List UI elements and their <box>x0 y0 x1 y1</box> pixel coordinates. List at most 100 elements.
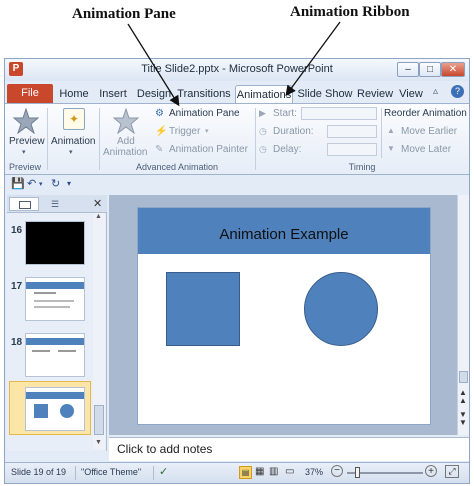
zoom-out-icon[interactable]: − <box>331 465 343 477</box>
normal-view-icon[interactable]: ▤ <box>239 466 252 479</box>
thumb-text-line <box>34 306 70 308</box>
next-slide-icon[interactable]: ▼ ▼ <box>459 411 467 427</box>
quick-access-toolbar: 💾 ↶ ▾ ↻ ▾ <box>5 175 469 193</box>
tab-home[interactable]: Home <box>57 85 91 103</box>
duration-spinner[interactable] <box>327 125 377 138</box>
animation-painter-button[interactable]: ✎ Animation Painter <box>155 144 251 158</box>
tab-design[interactable]: Design <box>135 85 173 103</box>
slide-thumbnail-18[interactable] <box>25 333 85 377</box>
slide-number-17: 17 <box>11 281 23 292</box>
outline-tab-icon: ☰ <box>51 199 60 209</box>
preview-label: Preview <box>9 136 45 147</box>
help-icon[interactable]: ? <box>451 85 464 98</box>
editor-scrollbar[interactable]: ▲ ▲ ▼ ▼ <box>457 195 469 435</box>
thumb-text-line <box>34 292 56 294</box>
scroll-thumb[interactable] <box>459 371 468 383</box>
ribbon-separator <box>255 108 256 170</box>
notes-pane[interactable]: Click to add notes <box>109 437 469 461</box>
start-dropdown[interactable] <box>301 107 377 120</box>
trigger-button[interactable]: ⚡ Trigger ▾ <box>155 126 251 140</box>
undo-icon[interactable]: ↶ <box>27 177 36 190</box>
maximize-button[interactable]: □ <box>419 62 441 77</box>
animation-painter-label: Animation Painter <box>169 144 248 155</box>
animation-pane-annotation: Animation Pane <box>72 6 176 22</box>
spelling-check-icon[interactable]: ✓ <box>159 465 168 478</box>
slide-thumbnail-17[interactable] <box>25 277 85 321</box>
scroll-thumb[interactable] <box>94 405 104 435</box>
trigger-icon: ⚡ <box>155 126 168 137</box>
minimize-button[interactable]: – <box>397 62 419 77</box>
slides-panel-scrollbar[interactable]: ▲ ▼ <box>93 213 105 449</box>
tab-file[interactable]: File <box>7 84 53 103</box>
status-separator <box>75 466 76 480</box>
save-icon[interactable]: 💾 <box>11 177 25 190</box>
move-later-icon: ▼ <box>387 144 395 153</box>
scroll-up-arrow-icon[interactable]: ▲ <box>95 213 102 220</box>
reorder-animation-title: Reorder Animation <box>384 108 467 119</box>
slide-thumbnail-16[interactable] <box>25 221 85 265</box>
fit-to-window-icon[interactable]: ⤢ <box>445 465 459 478</box>
animation-label: Animation <box>51 136 96 147</box>
slide-sorter-icon[interactable]: ▦ <box>255 466 264 477</box>
thumb-square <box>34 404 48 418</box>
animation-gallery-button[interactable]: ✦ Animation ▾ <box>51 108 95 158</box>
preview-dropdown-icon[interactable]: ▾ <box>22 148 26 156</box>
slides-panel: ☰ ✕ 16 17 18 19 ▲ ▼ <box>7 195 107 451</box>
move-later-button[interactable]: ▼ Move Later <box>387 144 467 158</box>
delay-spinner[interactable] <box>327 143 377 156</box>
preview-star-icon <box>13 108 39 134</box>
animation-pane-icon: ⚙ <box>155 108 164 119</box>
panel-tabs: ☰ ✕ <box>7 195 107 213</box>
ribbon-separator <box>381 108 382 158</box>
ribbon-separator <box>47 108 48 170</box>
duration-label: Duration: <box>273 126 314 137</box>
tab-animations[interactable]: Animations <box>235 85 293 103</box>
thumb-title-bar <box>26 338 84 345</box>
slide-show-icon[interactable]: ▭ <box>285 466 294 477</box>
circle-shape[interactable] <box>304 272 378 346</box>
ribbon-separator <box>99 108 100 170</box>
animation-gallery-icon: ✦ <box>63 108 85 130</box>
customize-qat-icon[interactable]: ▾ <box>67 179 71 188</box>
trigger-label: Trigger <box>169 126 201 137</box>
scroll-down-arrow-icon[interactable]: ▼ <box>95 439 102 446</box>
zoom-slider-handle[interactable] <box>355 467 360 478</box>
thumb-title-bar <box>26 392 84 399</box>
animation-dropdown-icon[interactable]: ▾ <box>69 148 73 156</box>
tab-view[interactable]: View <box>397 85 425 103</box>
tab-slides[interactable] <box>9 197 39 211</box>
close-panel-icon[interactable]: ✕ <box>93 197 102 210</box>
animation-ribbon-annotation: Animation Ribbon <box>290 4 410 20</box>
timing-group-label: Timing <box>348 162 376 172</box>
reading-view-icon[interactable]: ▥ <box>269 466 278 477</box>
minimize-ribbon-icon[interactable]: ▵ <box>433 86 438 97</box>
tab-review[interactable]: Review <box>357 85 393 103</box>
animation-pane-button[interactable]: ⚙ Animation Pane <box>155 108 251 122</box>
tab-insert[interactable]: Insert <box>95 85 131 103</box>
zoom-in-icon[interactable]: + <box>425 465 437 477</box>
tab-transitions[interactable]: Transitions <box>177 85 231 103</box>
add-animation-button[interactable]: Add Animation <box>101 108 149 158</box>
redo-icon[interactable]: ↻ <box>51 177 60 190</box>
slide-title[interactable]: Animation Example <box>138 226 430 243</box>
notes-placeholder[interactable]: Click to add notes <box>117 442 212 456</box>
zoom-level[interactable]: 37% <box>305 467 323 477</box>
status-bar: Slide 19 of 19 "Office Theme" ✓ ▤ ▦ ▥ ▭ … <box>5 462 469 483</box>
square-shape[interactable] <box>166 272 240 346</box>
tab-outline[interactable]: ☰ <box>41 197 71 211</box>
close-button[interactable]: ✕ <box>441 62 465 77</box>
undo-dropdown-icon[interactable]: ▾ <box>39 180 43 188</box>
previous-slide-icon[interactable]: ▲ ▲ <box>459 389 467 405</box>
slide-thumbnail-19[interactable] <box>25 387 85 431</box>
title-bar: P Title Slide2.pptx - Microsoft PowerPoi… <box>5 59 469 81</box>
add-animation-label-2: Animation <box>103 147 148 158</box>
powerpoint-window: P Title Slide2.pptx - Microsoft PowerPoi… <box>4 58 470 484</box>
current-slide[interactable]: Animation Example <box>137 207 431 425</box>
slide-number-16: 16 <box>11 225 23 236</box>
move-earlier-button[interactable]: ▲ Move Earlier <box>387 126 467 140</box>
start-label: Start: <box>273 108 297 119</box>
tab-slide-show[interactable]: Slide Show <box>297 85 353 103</box>
slide-counter: Slide 19 of 19 <box>11 467 67 477</box>
preview-button[interactable]: Preview ▾ <box>9 108 45 156</box>
thumb-text-line <box>58 350 76 352</box>
